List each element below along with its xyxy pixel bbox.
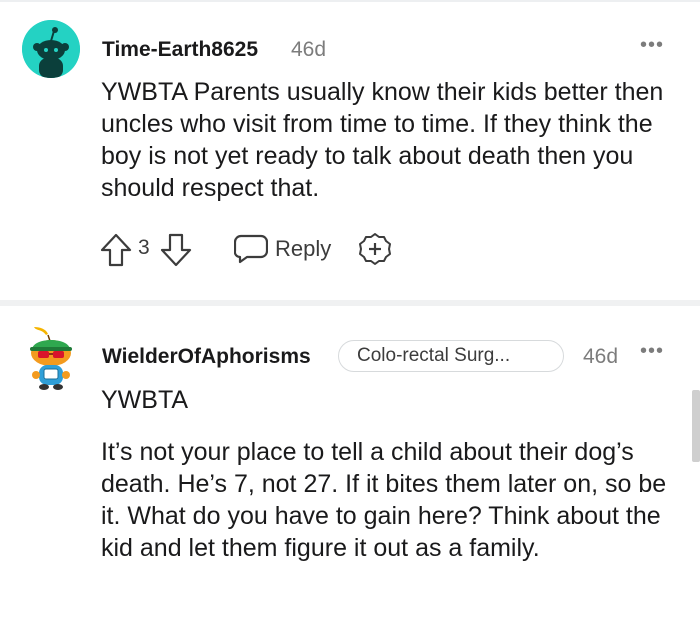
comment-body: It’s not your place to tell a child abou…: [101, 438, 667, 562]
vote-count: 3: [138, 236, 150, 259]
comment-actions: 3 Reply: [100, 230, 420, 270]
more-options-icon[interactable]: •••: [640, 35, 664, 55]
more-options-icon[interactable]: •••: [640, 341, 664, 361]
downvote-icon[interactable]: [160, 233, 192, 267]
comment: Time-Earth8625 46d ••• YWBTA Parents usu…: [0, 0, 700, 300]
username[interactable]: WielderOfAphorisms: [102, 345, 311, 369]
upvote-icon[interactable]: [100, 233, 132, 267]
snoo-avatar-icon[interactable]: [22, 20, 80, 78]
reply-icon: [233, 234, 269, 264]
comment-age: 46d: [583, 345, 619, 368]
comment-body-line: YWBTA: [101, 386, 189, 414]
comment-body-paragraph: It’s not your place to tell a child abou…: [101, 436, 676, 564]
username[interactable]: Time-Earth8625: [102, 38, 258, 62]
comment-body: YWBTA Parents usually know their kids be…: [101, 78, 664, 202]
reply-label: Reply: [275, 236, 332, 261]
comment-age: 46d: [291, 38, 327, 61]
snoo-avatar-icon[interactable]: [24, 325, 78, 391]
user-flair-badge: Colo-rectal Surg...: [338, 340, 564, 372]
award-icon[interactable]: [358, 232, 392, 266]
scrollbar[interactable]: [692, 390, 700, 462]
reply-button[interactable]: Reply: [233, 230, 334, 270]
